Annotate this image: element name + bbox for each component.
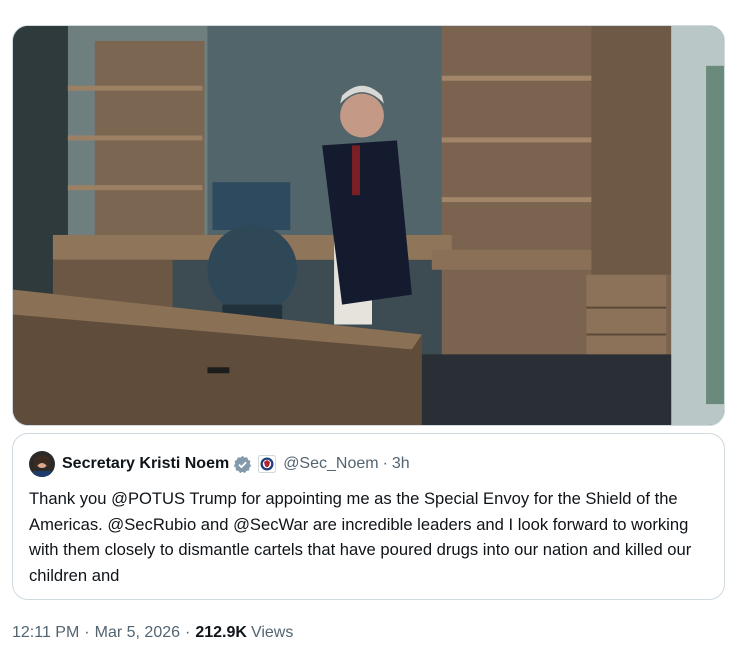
views-count[interactable]: 212.9K — [195, 624, 247, 642]
views-label: Views — [250, 624, 294, 641]
meta-separator-2: · — [185, 624, 191, 641]
tweet-metadata: 12:11 PM · Mar 5, 2026 · 212.9K Views — [12, 624, 293, 642]
author-avatar[interactable] — [29, 451, 55, 477]
verified-icon — [233, 455, 252, 474]
dhs-seal-icon — [258, 455, 277, 473]
author-handle[interactable]: @Sec_Noem — [283, 455, 378, 473]
media-scene — [13, 26, 724, 425]
header-separator: · — [382, 455, 388, 472]
tweet-media-video[interactable] — [12, 25, 725, 426]
quoted-tweet-text: Thank you @POTUS Trump for appointing me… — [29, 489, 692, 585]
author-name[interactable]: Secretary Kristi Noem — [62, 455, 229, 473]
tweet-date[interactable]: Mar 5, 2026 — [95, 624, 180, 642]
meta-separator: · — [84, 624, 90, 641]
quoted-tweet-time[interactable]: 3h — [392, 455, 410, 473]
quoted-tweet-card[interactable]: Secretary Kristi Noem @Sec_Noem · 3h Tha… — [12, 433, 725, 600]
tweet-time[interactable]: 12:11 PM — [12, 624, 79, 642]
quoted-tweet-header: Secretary Kristi Noem @Sec_Noem · 3h — [29, 451, 410, 477]
